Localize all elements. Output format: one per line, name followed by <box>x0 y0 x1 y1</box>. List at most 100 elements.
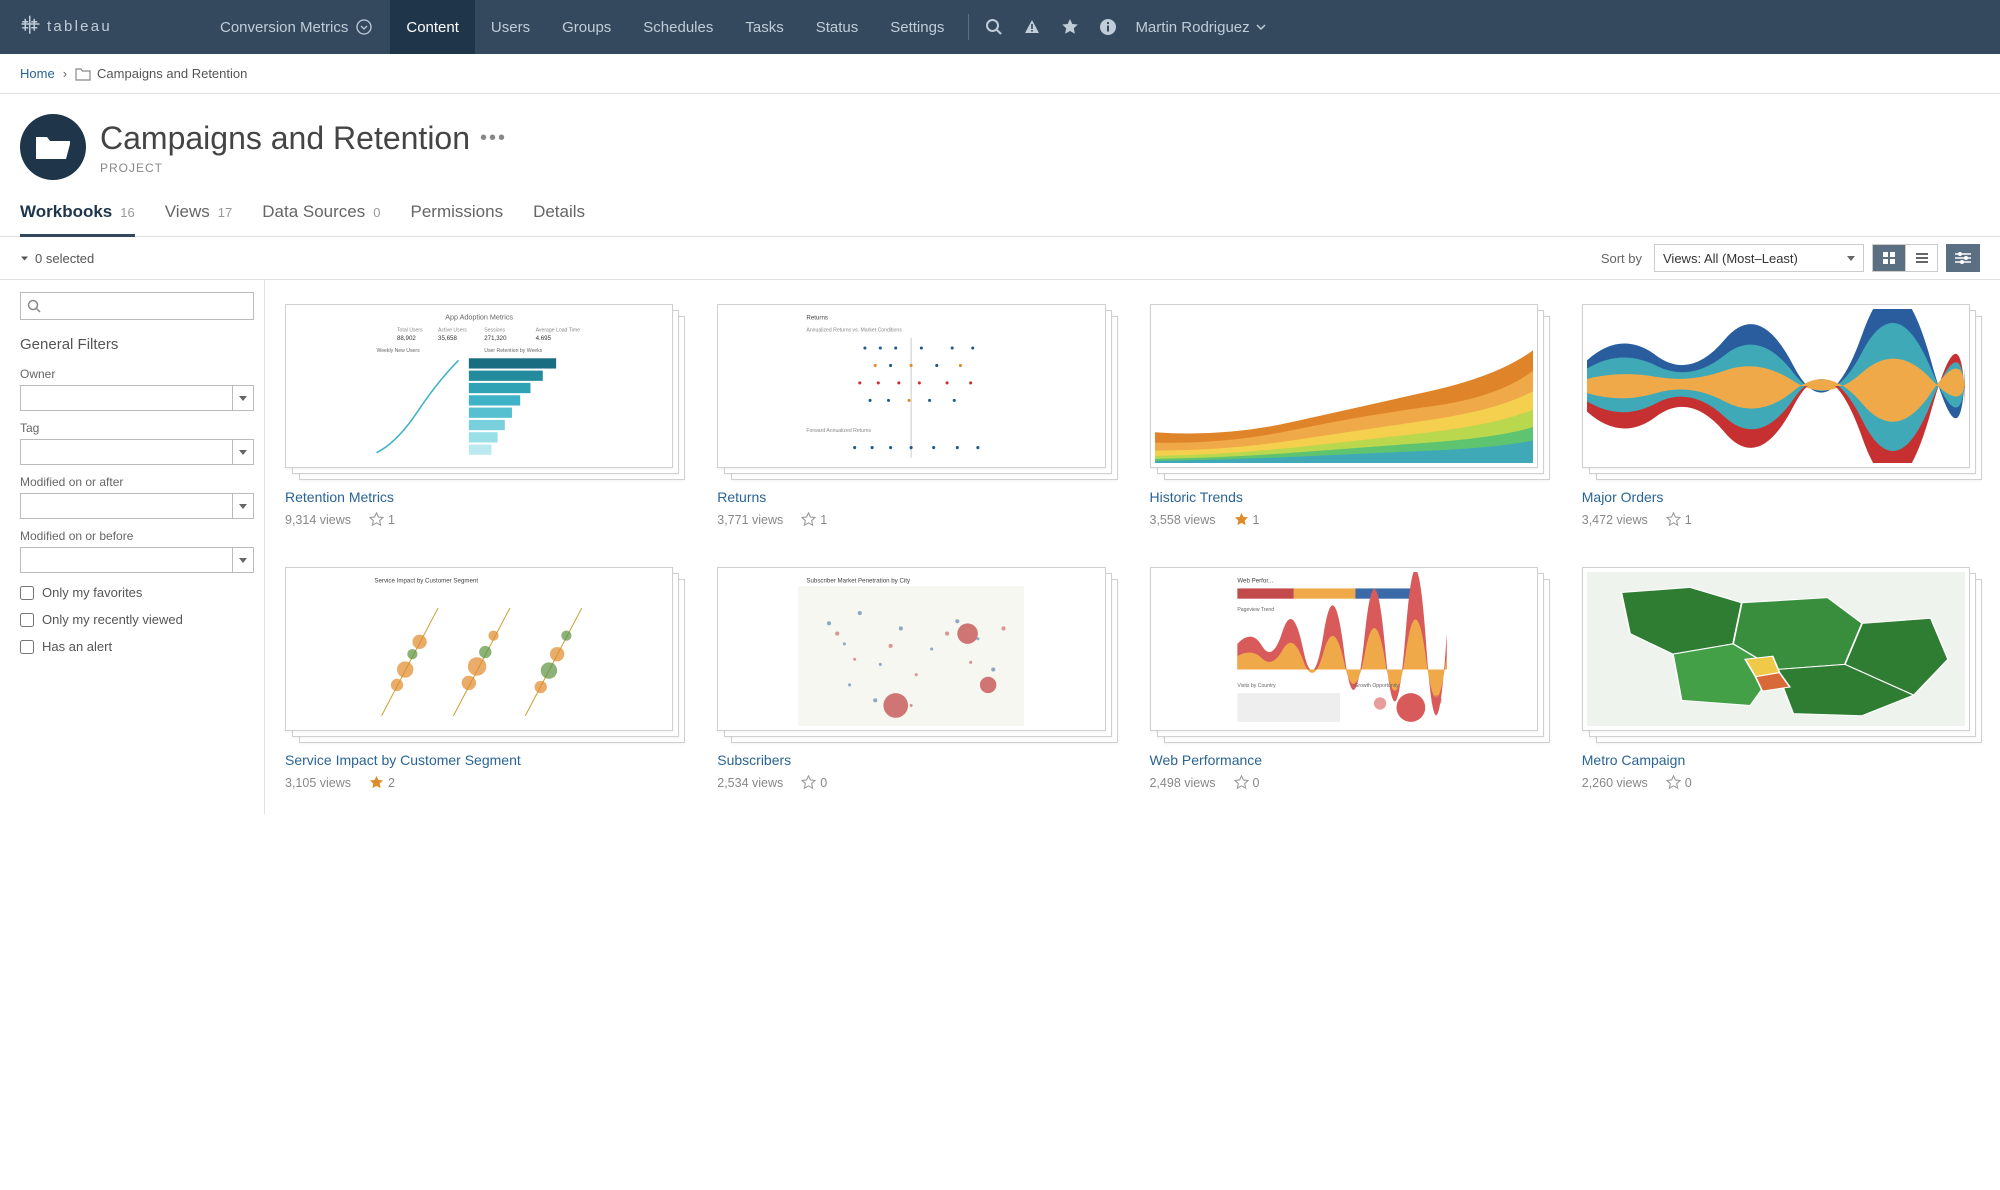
filter-only-recent[interactable]: Only my recently viewed <box>20 612 254 627</box>
project-header: Campaigns and Retention ••• PROJECT <box>0 94 2000 180</box>
workbook-card[interactable]: Web Perfor... Pageview Trend Visits by C… <box>1150 567 1548 790</box>
section-tabs: Workbooks16 Views17 Data Sources0 Permis… <box>0 180 2000 237</box>
workbook-card[interactable]: App Adoption Metrics Total Users88,902 A… <box>285 304 683 527</box>
view-toggle <box>1872 244 1938 272</box>
workbook-meta: 3,105 views 2 <box>285 775 683 790</box>
filter-only-favorites[interactable]: Only my favorites <box>20 585 254 600</box>
filter-tag-label: Tag <box>20 421 254 435</box>
workbook-title[interactable]: Web Performance <box>1150 751 1548 769</box>
favorite-toggle[interactable]: 0 <box>1666 775 1692 790</box>
workbook-views: 3,771 views <box>717 513 783 527</box>
tableau-logo[interactable]: tableau <box>20 13 170 41</box>
selection-dropdown[interactable]: 0 selected <box>20 251 94 266</box>
search-icon <box>27 299 41 313</box>
nav-status[interactable]: Status <box>800 0 875 54</box>
svg-text:Forward Annualized Returns: Forward Annualized Returns <box>807 428 872 434</box>
workbook-card[interactable]: Historic Trends 3,558 views 1 <box>1150 304 1548 527</box>
main-content: General Filters Owner Tag Modified on or… <box>0 279 2000 814</box>
workbook-title[interactable]: Historic Trends <box>1150 488 1548 506</box>
tab-permissions[interactable]: Permissions <box>410 202 503 234</box>
sort-label: Sort by <box>1601 251 1642 266</box>
filter-modafter-label: Modified on or after <box>20 475 254 489</box>
nav-schedules[interactable]: Schedules <box>627 0 729 54</box>
workbook-title[interactable]: Service Impact by Customer Segment <box>285 751 683 769</box>
svg-text:35,658: 35,658 <box>438 335 457 342</box>
toolbar-right: Sort by Views: All (Most–Least) <box>1601 244 1980 272</box>
svg-text:User Retention by Weeks: User Retention by Weeks <box>484 348 542 354</box>
breadcrumb-current: Campaigns and Retention <box>75 66 247 81</box>
user-name: Martin Rodriguez <box>1135 19 1249 36</box>
tab-workbooks[interactable]: Workbooks16 <box>20 202 135 237</box>
site-name: Conversion Metrics <box>220 19 348 36</box>
workbook-card[interactable]: Subscriber Market Penetration by City Su… <box>717 567 1115 790</box>
workbook-card[interactable]: Major Orders 3,472 views 1 <box>1582 304 1980 527</box>
workbook-title[interactable]: Major Orders <box>1582 488 1980 506</box>
tab-data-sources[interactable]: Data Sources0 <box>262 202 380 234</box>
nav-tasks[interactable]: Tasks <box>729 0 799 54</box>
svg-text:App Adoption Metrics: App Adoption Metrics <box>445 313 513 321</box>
svg-text:Visits by Country: Visits by Country <box>1237 683 1276 689</box>
workbook-grid: App Adoption Metrics Total Users88,902 A… <box>265 280 2000 814</box>
nav-groups[interactable]: Groups <box>546 0 627 54</box>
filter-tag-select[interactable] <box>20 439 254 465</box>
workbook-card[interactable]: Returns Annualized Returns vs. Market Co… <box>717 304 1115 527</box>
workbook-meta: 3,771 views 1 <box>717 512 1115 527</box>
favorites-icon[interactable] <box>1061 18 1079 36</box>
workbook-thumbnail: Returns Annualized Returns vs. Market Co… <box>717 304 1115 474</box>
site-picker[interactable]: Conversion Metrics <box>220 19 372 36</box>
nav-users[interactable]: Users <box>475 0 546 54</box>
workbook-title[interactable]: Retention Metrics <box>285 488 683 506</box>
search-icon[interactable] <box>985 18 1003 36</box>
svg-text:tableau: tableau <box>47 18 112 35</box>
breadcrumb: Home › Campaigns and Retention <box>0 54 2000 94</box>
filter-header: General Filters <box>20 336 254 353</box>
favorite-toggle[interactable]: 1 <box>1666 512 1692 527</box>
workbook-thumbnail <box>1582 567 1980 737</box>
workbook-card[interactable]: Service Impact by Customer Segment <box>285 567 683 790</box>
nav-utility-icons <box>985 18 1117 36</box>
favorite-toggle[interactable]: 1 <box>1234 512 1260 527</box>
view-list-button[interactable] <box>1905 245 1937 271</box>
workbook-meta: 2,498 views 0 <box>1150 775 1548 790</box>
folder-icon <box>75 67 91 81</box>
user-menu[interactable]: Martin Rodriguez <box>1135 19 1265 36</box>
alerts-icon[interactable] <box>1023 18 1041 36</box>
filter-modafter-select[interactable] <box>20 493 254 519</box>
nav-content[interactable]: Content <box>390 0 475 54</box>
filter-sidebar: General Filters Owner Tag Modified on or… <box>0 280 265 814</box>
svg-text:Weekly New Users: Weekly New Users <box>376 348 420 354</box>
tab-details[interactable]: Details <box>533 202 585 234</box>
favorite-toggle[interactable]: 2 <box>369 775 395 790</box>
filter-search-input[interactable] <box>20 292 254 320</box>
favorite-toggle[interactable]: 1 <box>801 512 827 527</box>
project-subtitle: PROJECT <box>100 161 507 175</box>
view-grid-button[interactable] <box>1873 245 1905 271</box>
tab-views[interactable]: Views17 <box>165 202 233 234</box>
workbook-card[interactable]: Metro Campaign 2,260 views 0 <box>1582 567 1980 790</box>
favorite-toggle[interactable]: 0 <box>1234 775 1260 790</box>
workbook-meta: 2,260 views 0 <box>1582 775 1980 790</box>
workbook-title[interactable]: Subscribers <box>717 751 1115 769</box>
filter-owner-select[interactable] <box>20 385 254 411</box>
project-more-button[interactable]: ••• <box>480 127 507 150</box>
nav-divider <box>968 14 969 40</box>
favorite-toggle[interactable]: 0 <box>801 775 827 790</box>
workbook-title[interactable]: Metro Campaign <box>1582 751 1980 769</box>
workbook-meta: 3,472 views 1 <box>1582 512 1980 527</box>
breadcrumb-home[interactable]: Home <box>20 66 55 81</box>
svg-text:Subscriber Market Penetration: Subscriber Market Penetration by City <box>807 577 912 584</box>
filter-panel-button[interactable] <box>1946 244 1980 272</box>
filter-has-alert[interactable]: Has an alert <box>20 639 254 654</box>
workbook-thumbnail: Web Perfor... Pageview Trend Visits by C… <box>1150 567 1548 737</box>
nav-items: Content Users Groups Schedules Tasks Sta… <box>390 0 960 54</box>
breadcrumb-separator: › <box>63 66 67 81</box>
content-toolbar: 0 selected Sort by Views: All (Most–Leas… <box>0 237 2000 279</box>
svg-text:Active Users: Active Users <box>438 328 467 334</box>
info-icon[interactable] <box>1099 18 1117 36</box>
sort-select[interactable]: Views: All (Most–Least) <box>1654 244 1864 272</box>
workbook-views: 3,105 views <box>285 776 351 790</box>
workbook-title[interactable]: Returns <box>717 488 1115 506</box>
filter-modbefore-select[interactable] <box>20 547 254 573</box>
favorite-toggle[interactable]: 1 <box>369 512 395 527</box>
nav-settings[interactable]: Settings <box>874 0 960 54</box>
